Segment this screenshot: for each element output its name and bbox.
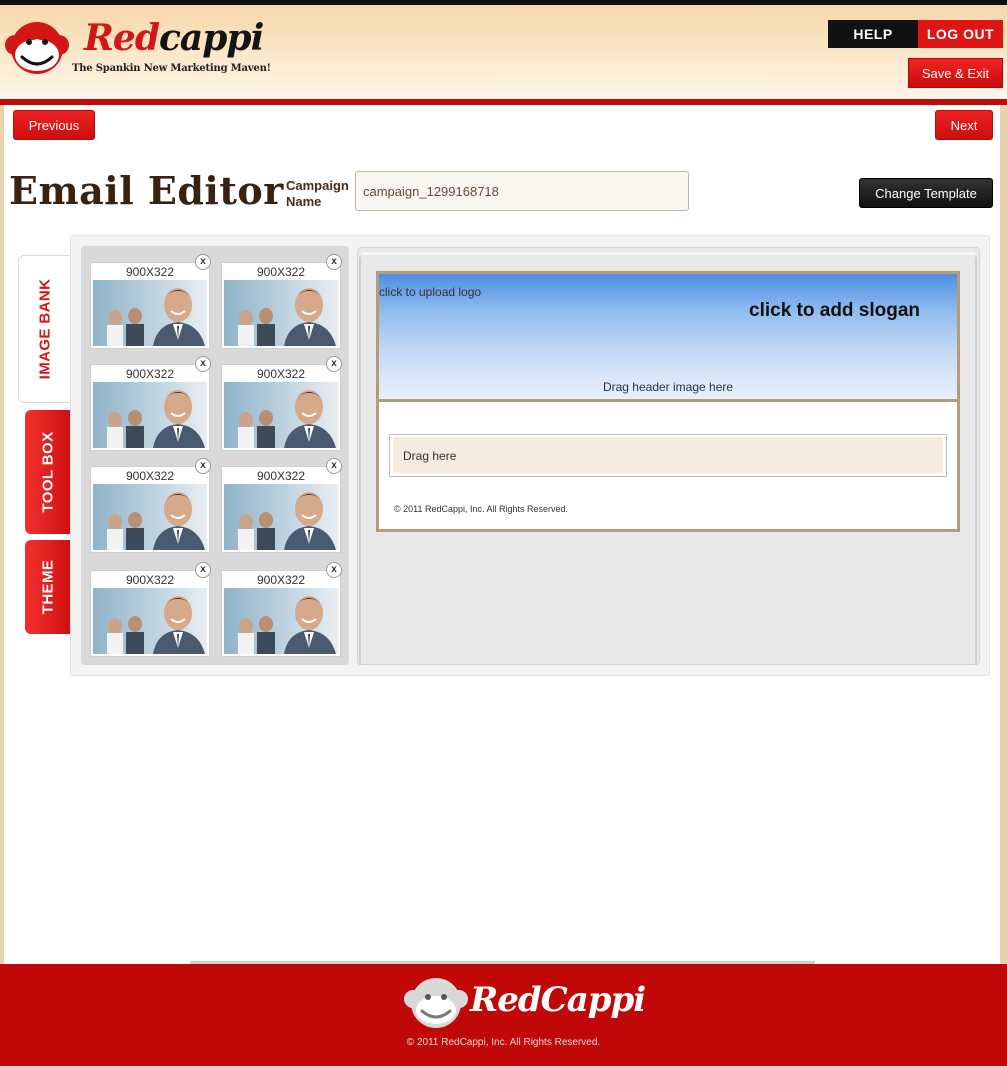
frame-border-left <box>0 105 4 965</box>
thumbnail-image[interactable] <box>224 484 338 550</box>
image-bank-thumbnail[interactable]: 900X322 <box>221 466 341 553</box>
thumbnail-size-label: 900X322 <box>256 265 306 279</box>
canvas-top-edge <box>362 252 975 255</box>
thumbnail-image[interactable] <box>224 382 338 448</box>
remove-image-close-icon[interactable]: x <box>195 356 211 372</box>
drag-header-hint: Drag header image here <box>602 380 734 394</box>
image-bank-thumbnail[interactable]: 900X322 <box>90 466 210 553</box>
header-divider <box>0 99 1007 105</box>
thumbnail-size-label: 900X322 <box>256 573 306 587</box>
thumbnail-image[interactable] <box>93 280 207 346</box>
monkey-logo-icon[interactable] <box>4 17 70 79</box>
thumbnail-image[interactable] <box>93 484 207 550</box>
image-bank-thumbnail[interactable]: 900X322 <box>221 364 341 451</box>
remove-image-close-icon[interactable]: x <box>326 458 342 474</box>
thumbnail-size-label: 900X322 <box>125 265 175 279</box>
thumbnail-size-label: 900X322 <box>125 573 175 587</box>
footer-copyright: © 2011 RedCappi, Inc. All Rights Reserve… <box>406 1037 601 1048</box>
remove-image-close-icon[interactable]: x <box>195 562 211 578</box>
thumbnail-size-label: 900X322 <box>256 469 306 483</box>
frame-border-right <box>1000 105 1007 965</box>
email-copyright: © 2011 RedCappi, Inc. All Rights Reserve… <box>394 504 569 514</box>
upload-logo-link[interactable]: click to upload logo <box>379 285 481 299</box>
thumbnail-size-label: 900X322 <box>256 367 306 381</box>
previous-button[interactable]: Previous <box>13 110 95 140</box>
brand-name-dark: cappi <box>159 17 264 59</box>
brand-tagline: The Spankin New Marketing Maven! <box>72 63 271 74</box>
image-bank-thumbnail[interactable]: 900X322 <box>90 364 210 451</box>
tab-image-bank[interactable]: IMAGE BANK <box>18 255 71 403</box>
tab-theme-label: THEME <box>39 559 57 615</box>
save-exit-button[interactable]: Save & Exit <box>908 58 1003 88</box>
drag-here-label: Drag here <box>403 449 457 463</box>
logout-button[interactable]: LOG OUT <box>918 20 1003 48</box>
tab-tool-box[interactable]: TOOL BOX <box>25 410 71 534</box>
tab-theme[interactable]: THEME <box>25 540 71 634</box>
remove-image-close-icon[interactable]: x <box>195 254 211 270</box>
thumbnail-image[interactable] <box>224 588 338 654</box>
next-button[interactable]: Next <box>935 110 993 140</box>
remove-image-close-icon[interactable]: x <box>326 562 342 578</box>
remove-image-close-icon[interactable]: x <box>195 458 211 474</box>
thumbnail-image[interactable] <box>224 280 338 346</box>
thumbnail-image[interactable] <box>93 588 207 654</box>
campaign-name-input[interactable] <box>355 171 689 211</box>
change-template-button[interactable]: Change Template <box>859 178 993 208</box>
footer-monkey-logo-icon <box>404 978 468 1028</box>
help-button[interactable]: HELP <box>828 20 918 48</box>
brand-wordmark[interactable]: Redcappi <box>84 16 264 60</box>
thumbnail-image[interactable] <box>93 382 207 448</box>
page-title: Email Editor <box>9 168 284 213</box>
remove-image-close-icon[interactable]: x <box>326 356 342 372</box>
tab-image-bank-label: IMAGE BANK <box>36 278 54 380</box>
footer-wordmark: RedCappi <box>470 980 646 1020</box>
campaign-name-label: Campaign Name <box>286 178 349 209</box>
thumbnail-size-label: 900X322 <box>125 469 175 483</box>
image-bank-thumbnail[interactable]: 900X322 <box>221 262 341 349</box>
canvas-edge-right <box>975 257 977 665</box>
canvas-edge-left <box>359 257 361 665</box>
brand-name-red: Red <box>84 17 160 59</box>
content-dropzone-inner[interactable] <box>393 437 943 473</box>
tab-tool-box-label: TOOL BOX <box>39 431 57 513</box>
thumbnail-size-label: 900X322 <box>125 367 175 381</box>
add-slogan-link[interactable]: click to add slogan <box>749 300 920 322</box>
remove-image-close-icon[interactable]: x <box>326 254 342 270</box>
image-bank-thumbnail[interactable]: 900X322 <box>90 262 210 349</box>
image-bank-thumbnail[interactable]: 900X322 <box>221 570 341 657</box>
image-bank-thumbnail[interactable]: 900X322 <box>90 570 210 657</box>
